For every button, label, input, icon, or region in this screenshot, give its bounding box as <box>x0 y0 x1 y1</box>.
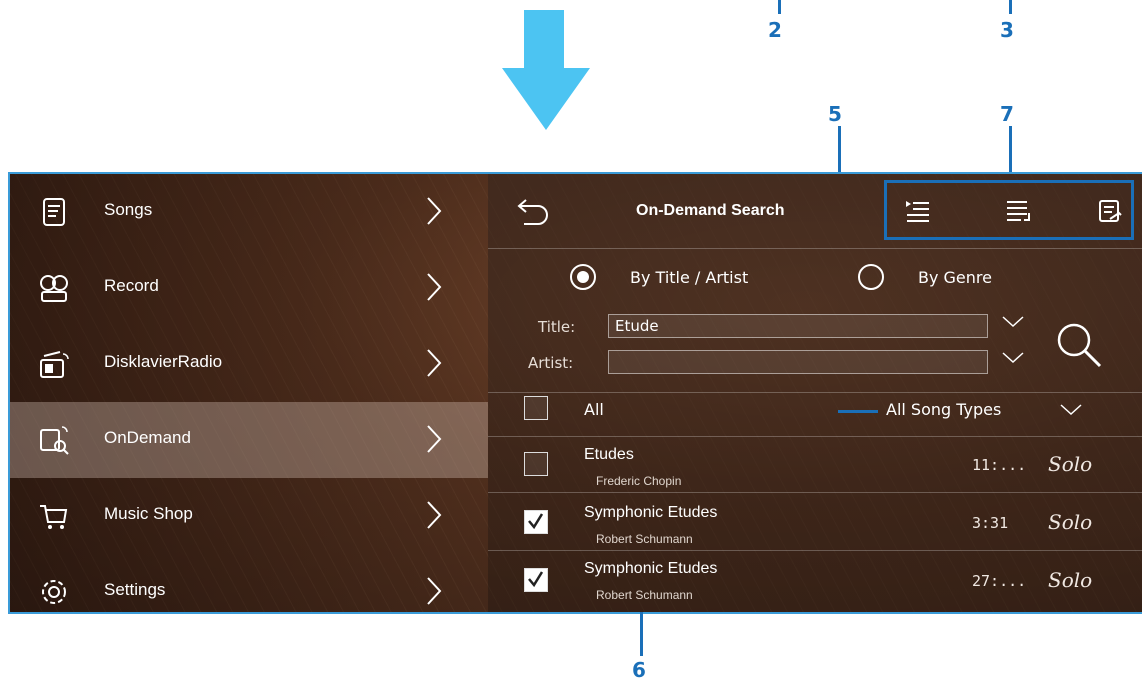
sidebar-item-label: Music Shop <box>104 504 193 523</box>
row-checkbox[interactable] <box>524 510 548 534</box>
sidebar: Songs Record DisklavierRadio OnDemand Mu… <box>10 174 488 612</box>
search-icon[interactable] <box>1054 320 1104 370</box>
header: On-Demand Search <box>488 174 1142 249</box>
title-dropdown-chevron-icon[interactable] <box>1002 316 1024 328</box>
row-checkbox[interactable] <box>524 452 548 476</box>
chevron-right-icon <box>427 349 442 377</box>
callout-2-line <box>778 0 781 14</box>
sidebar-item-ondemand[interactable]: OnDemand <box>10 402 488 478</box>
callout-6: 6 <box>632 658 646 682</box>
record-icon <box>40 275 68 302</box>
sidebar-item-music-shop[interactable]: Music Shop <box>10 478 488 554</box>
artist-field-label: Artist: <box>528 354 574 372</box>
radio-by-genre[interactable] <box>858 264 884 290</box>
sidebar-item-label: DisklavierRadio <box>104 352 223 371</box>
cart-icon <box>40 505 68 529</box>
ondemand-icon <box>40 426 69 455</box>
chevron-right-icon <box>427 197 442 225</box>
title-field-label: Title: <box>538 318 576 336</box>
song-artist: Robert Schumann <box>596 532 693 546</box>
row-checkbox[interactable] <box>524 568 548 592</box>
song-title: Symphonic Etudes <box>584 560 718 577</box>
divider <box>488 436 1142 437</box>
list-add-bottom-icon[interactable] <box>1005 199 1031 223</box>
song-artist: Robert Schumann <box>596 588 693 602</box>
callout-3-line <box>1009 0 1012 14</box>
sidebar-item-settings[interactable]: Settings <box>10 554 488 612</box>
sidebar-item-label: Settings <box>104 580 166 599</box>
song-types-dropdown[interactable]: All Song Types <box>886 400 1001 419</box>
song-title: Etudes <box>584 446 634 463</box>
callout-7: 7 <box>1000 102 1014 126</box>
song-artist: Frederic Chopin <box>596 474 682 488</box>
callout-3: 3 <box>1000 18 1014 42</box>
sidebar-item-label: Record <box>104 276 159 295</box>
list-add-top-icon[interactable] <box>905 199 931 223</box>
song-type: Solo <box>1048 568 1093 592</box>
select-all-label: All <box>584 400 604 419</box>
divider <box>488 392 1142 393</box>
chevron-right-icon <box>427 425 442 453</box>
callout-5-line-h <box>838 410 878 413</box>
back-icon[interactable] <box>516 196 552 226</box>
checkmark-icon <box>528 571 544 588</box>
app-screen: Songs Record DisklavierRadio OnDemand Mu… <box>8 172 1142 614</box>
divider <box>488 492 1142 493</box>
divider <box>488 550 1142 551</box>
checkmark-icon <box>528 513 544 530</box>
song-info-icon[interactable] <box>1097 199 1123 223</box>
sidebar-item-label: OnDemand <box>104 428 191 447</box>
sidebar-item-record[interactable]: Record <box>10 250 488 326</box>
callout-7-line <box>1009 126 1012 178</box>
title-field[interactable]: Etude <box>608 314 988 338</box>
sidebar-item-disklavierradio[interactable]: DisklavierRadio <box>10 326 488 402</box>
song-duration: 11:... <box>972 456 1027 474</box>
radio-by-title-artist[interactable] <box>570 264 596 290</box>
main-panel: On-Demand Search By Title / Artist By Ge… <box>488 174 1142 612</box>
artist-field[interactable] <box>608 350 988 374</box>
callout-6-line <box>640 612 643 656</box>
song-title: Symphonic Etudes <box>584 504 718 521</box>
select-all-checkbox[interactable] <box>524 396 548 420</box>
song-duration: 3:31 <box>972 514 1009 532</box>
down-arrow-icon <box>502 10 590 130</box>
sidebar-item-songs[interactable]: Songs <box>10 174 488 250</box>
callout-5: 5 <box>828 102 842 126</box>
gear-icon <box>42 580 66 604</box>
songs-icon <box>43 198 65 226</box>
song-types-chevron-icon[interactable] <box>1060 404 1082 416</box>
artist-dropdown-chevron-icon[interactable] <box>1002 352 1024 364</box>
sidebar-item-label: Songs <box>104 200 153 219</box>
song-type: Solo <box>1048 510 1093 534</box>
radio-label-title-artist: By Title / Artist <box>630 268 749 287</box>
radio-icon <box>40 351 69 378</box>
callout-2: 2 <box>768 18 782 42</box>
song-duration: 27:... <box>972 572 1027 590</box>
page-title: On-Demand Search <box>636 202 785 219</box>
song-type: Solo <box>1048 452 1093 476</box>
chevron-right-icon <box>427 273 442 301</box>
chevron-right-icon <box>427 577 442 605</box>
radio-label-genre: By Genre <box>918 268 992 287</box>
toolbar-group <box>884 180 1134 240</box>
chevron-right-icon <box>427 501 442 529</box>
